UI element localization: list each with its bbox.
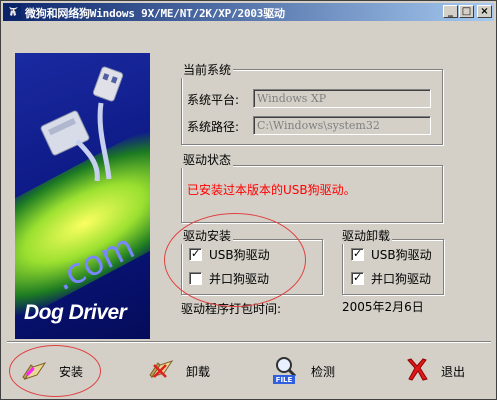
uninstall-button[interactable]: 卸载 — [146, 353, 226, 389]
banner-brand-text: Dog Driver — [24, 301, 127, 324]
exit-label: 退出 — [441, 365, 466, 379]
exit-button[interactable]: 退出 — [401, 353, 481, 389]
uninstall-usb-label: USB狗驱动 — [371, 248, 432, 262]
usb-plug-icon — [40, 66, 124, 181]
driver-uninstall-title: 驱动卸载 — [340, 227, 393, 244]
close-button[interactable]: × — [477, 5, 492, 18]
install-icon — [22, 362, 47, 380]
package-time-value: 2005年2月6日 — [342, 300, 424, 314]
driver-install-title: 驱动安装 — [181, 227, 234, 244]
platform-field[interactable]: Windows XP — [253, 89, 431, 108]
driver-status-title: 驱动状态 — [181, 151, 234, 168]
uninstall-icon — [149, 360, 174, 378]
uninstall-label: 卸载 — [186, 365, 211, 379]
minimize-icon: _ — [448, 6, 453, 17]
install-usb-label: USB狗驱动 — [209, 248, 270, 262]
install-button[interactable]: 安装 — [19, 353, 99, 389]
check-icon: ✓ — [191, 247, 201, 260]
check-icon: ✓ — [353, 247, 363, 260]
magnifier-icon: FILE — [273, 357, 297, 384]
path-field[interactable]: C:\Windows\system32 — [253, 116, 431, 135]
install-usb-checkbox[interactable]: ✓ — [189, 247, 202, 261]
uninstall-parallel-checkbox[interactable]: ✓ — [351, 271, 364, 285]
install-parallel-checkbox[interactable] — [189, 272, 202, 285]
title-bar[interactable]: 微狗和网络狗Windows 9X/ME/NT/2K/XP/2003驱动 _ □ … — [3, 3, 494, 21]
platform-label: 系统平台: — [187, 93, 240, 107]
maximize-icon: □ — [461, 6, 472, 17]
detect-label: 检测 — [311, 365, 336, 379]
maximize-button[interactable]: □ — [459, 5, 474, 18]
install-label: 安装 — [59, 365, 84, 379]
check-icon: ✓ — [353, 271, 363, 284]
dog-app-icon — [6, 4, 21, 19]
button-separator — [7, 341, 491, 343]
path-label: 系统路径: — [187, 120, 240, 134]
minimize-button[interactable]: _ — [443, 5, 458, 18]
uninstall-usb-checkbox[interactable]: ✓ — [351, 247, 364, 261]
close-icon: × — [480, 6, 489, 17]
exit-x-icon — [407, 358, 428, 381]
uninstall-parallel-label: 并口狗驱动 — [371, 272, 432, 286]
driver-installer-window: 微狗和网络狗Windows 9X/ME/NT/2K/XP/2003驱动 _ □ … — [0, 0, 497, 400]
dog-driver-banner: .com Dog Driver — [15, 53, 150, 339]
file-icon-text: FILE — [276, 376, 293, 384]
detect-button[interactable]: FILE 检测 — [271, 353, 351, 389]
window-title: 微狗和网络狗Windows 9X/ME/NT/2K/XP/2003驱动 — [25, 7, 285, 20]
current-system-title: 当前系统 — [181, 61, 234, 78]
driver-status-message: 已安装过本版本的USB狗驱动。 — [187, 183, 356, 197]
install-parallel-label: 并口狗驱动 — [209, 272, 270, 286]
package-time-label: 驱动程序打包时间: — [181, 302, 282, 316]
